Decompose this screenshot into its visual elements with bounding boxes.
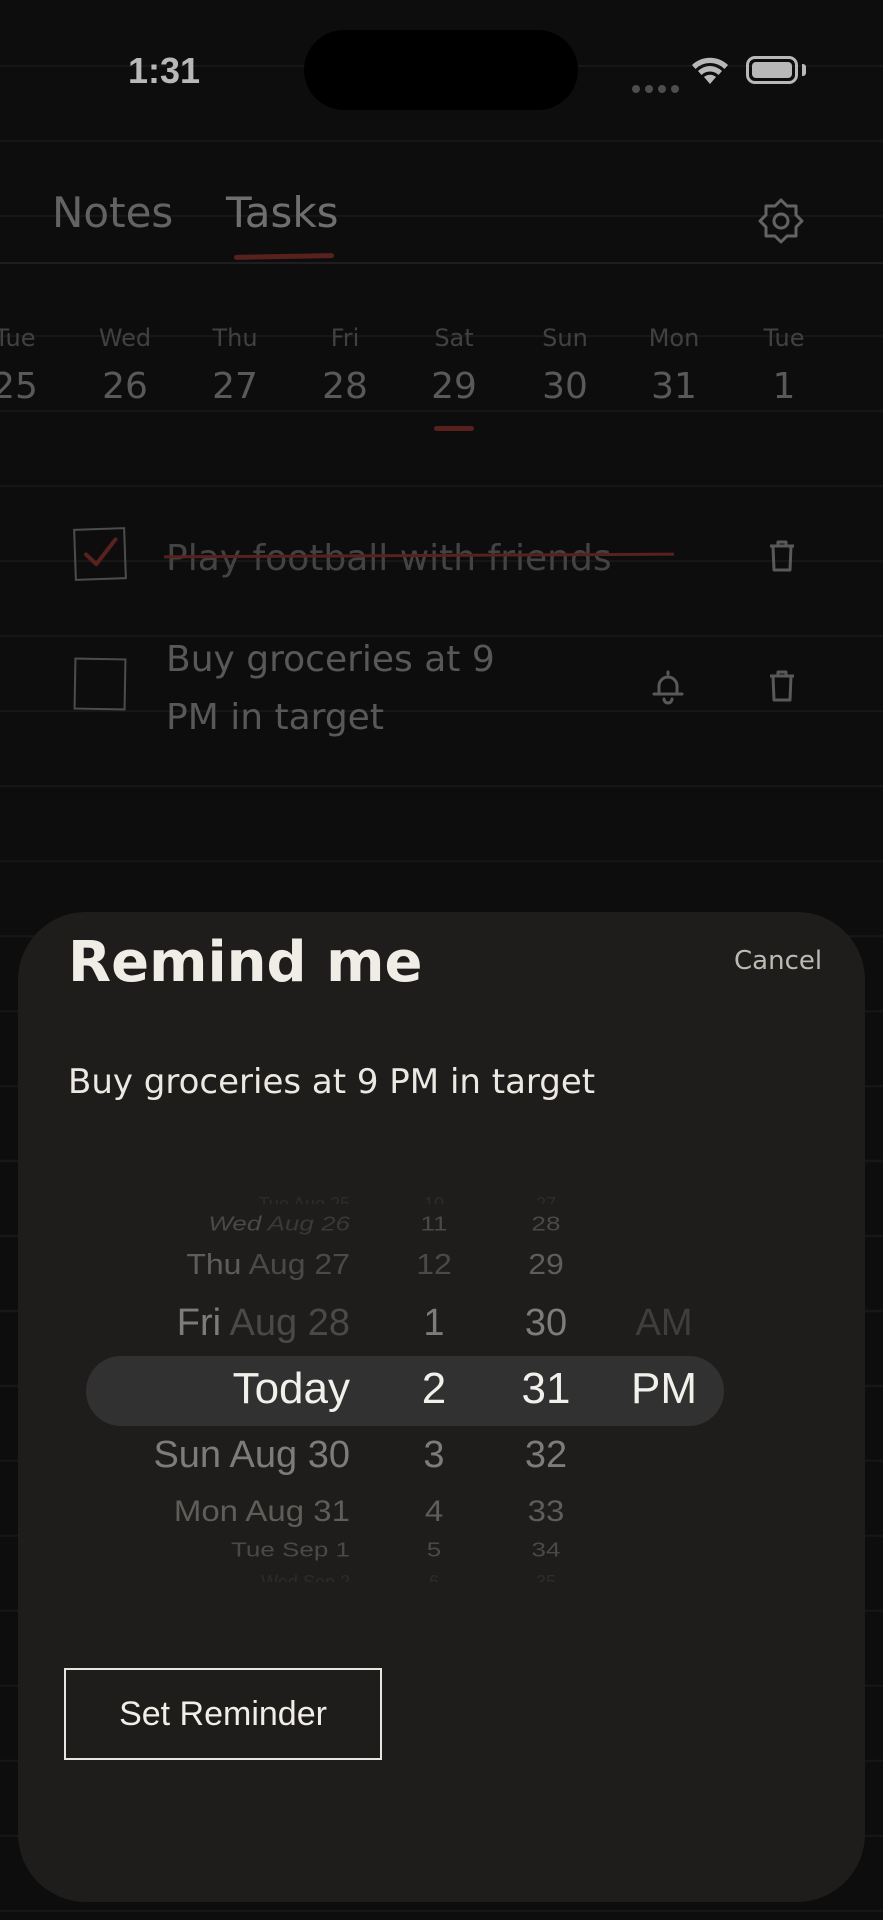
picker-date-rest: Aug 27 — [248, 1248, 350, 1281]
picker-date-rest: Sep 2 — [302, 1572, 350, 1582]
picker-hour: 10 — [423, 1194, 445, 1204]
set-reminder-button[interactable]: Set Reminder — [64, 1668, 382, 1760]
picker-hour: 6 — [428, 1572, 440, 1582]
picker-date-rest: Aug 30 — [229, 1434, 350, 1476]
picker-date-rest: Aug 28 — [229, 1302, 350, 1344]
date-time-picker[interactable]: Tue Aug 25 10 27 Wed Aug 26 11 28 Thu Au… — [86, 1194, 726, 1582]
picker-minute: 29 — [528, 1248, 564, 1281]
picker-date-day: Thu — [186, 1248, 242, 1281]
picker-minute: 33 — [527, 1494, 565, 1528]
picker-row[interactable]: Wed Sep 2 6 35 — [86, 1572, 726, 1582]
picker-date-day: Today — [232, 1364, 350, 1413]
picker-date-day: Wed — [261, 1572, 298, 1582]
sheet-title: Remind me — [68, 930, 423, 995]
picker-hour: 2 — [421, 1364, 447, 1413]
picker-hour: 5 — [426, 1538, 442, 1562]
picker-ampm: PM — [631, 1364, 697, 1413]
picker-date-rest: Aug 31 — [245, 1494, 350, 1528]
picker-date-rest: Aug 26 — [267, 1212, 350, 1236]
picker-date-rest: Aug 25 — [292, 1194, 350, 1204]
picker-selection-band — [86, 1356, 724, 1426]
picker-hour: 11 — [420, 1212, 448, 1236]
cancel-button[interactable]: Cancel — [734, 946, 822, 976]
picker-date-rest: Sep 1 — [282, 1538, 350, 1562]
picker-minute: 27 — [535, 1194, 557, 1204]
picker-minute: 28 — [531, 1212, 561, 1236]
picker-minute: 31 — [521, 1364, 571, 1413]
picker-date-day: Mon — [173, 1494, 239, 1528]
picker-hour: 3 — [423, 1434, 445, 1476]
picker-minute: 30 — [524, 1302, 568, 1344]
picker-date-day: Sun — [153, 1434, 222, 1476]
picker-date-day: Wed — [208, 1212, 262, 1236]
picker-date-day: Fri — [176, 1302, 222, 1344]
picker-hour: 1 — [423, 1302, 445, 1344]
picker-hour: 4 — [424, 1494, 444, 1528]
picker-date-day: Tue — [230, 1538, 275, 1562]
picker-minute: 32 — [524, 1434, 568, 1476]
picker-minute: 35 — [535, 1572, 557, 1582]
picker-hour: 12 — [416, 1248, 452, 1281]
picker-ampm: AM — [635, 1302, 693, 1344]
picker-date-day: Tue — [258, 1194, 289, 1204]
picker-row[interactable]: Tue Aug 25 10 27 — [86, 1194, 726, 1204]
picker-minute: 34 — [531, 1538, 561, 1562]
reminder-task-text: Buy groceries at 9 PM in target — [68, 1062, 596, 1102]
